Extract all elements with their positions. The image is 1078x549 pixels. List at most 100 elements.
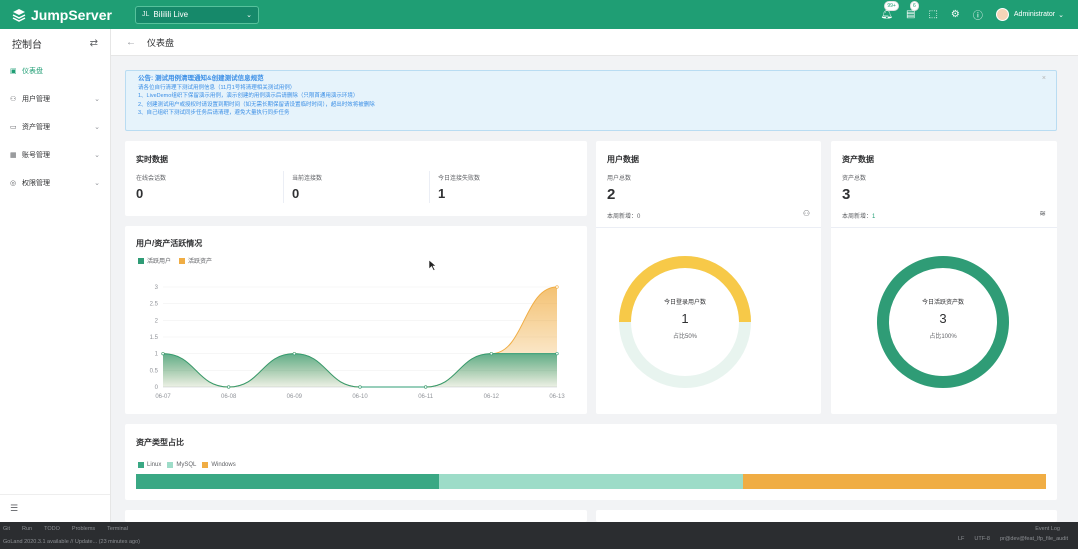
org-selector[interactable]: JL Bililili Live ⌄ [135,5,259,24]
git-branch[interactable]: pr@dev@feat_lfp_file_audit [1000,536,1068,542]
sidebar-item-label: 仪表盘 [22,68,43,75]
legend-swatch [138,257,144,264]
sidebar-footer: ☰ [0,494,110,522]
donut-ratio: 占比50% [672,334,697,340]
legend-swatch [167,462,174,468]
legend-label[interactable]: 活跃资产 [188,256,212,265]
user-data-title: 用户数据 [607,155,639,164]
x-tick-label: 06-12 [484,394,500,400]
user-add-icon[interactable]: ⚇ [803,209,810,218]
sidebar-item-accounts[interactable]: ▦ 账号管理 ⌄ [0,141,110,169]
series-point [292,352,296,356]
activity-title: 用户/资产活跃情况 [136,239,203,248]
encoding[interactable]: UTF-8 [974,536,990,542]
taskbar-tab[interactable]: Problems [72,526,95,532]
x-tick-label: 06-10 [352,394,368,400]
announcement-title: 公告: 测试用例清理通知&创建测试信息规范 [138,75,264,82]
series-point [555,352,559,356]
stat-label: 在线会话数 [136,176,167,182]
menu-icon[interactable]: ☰ [10,503,18,514]
asset-data-card: 资产数据 资产总数 3 本周新增：1 ≋ 今日活跃资产数 3 占比100% [831,141,1057,414]
x-tick-label: 06-07 [155,394,171,400]
y-tick-label: 0.5 [150,368,159,374]
notification-button[interactable]: 🔔︎ 99+ [880,1,899,20]
sidebar-item-assets[interactable]: ▭ 资产管理 ⌄ [0,113,110,141]
asset-types-card: 资产类型占比 Linux MySQL Windows [125,424,1057,500]
y-tick-label: 1 [155,352,159,358]
asset-total-label: 资产总数 [842,176,867,182]
y-tick-label: 3 [155,285,159,291]
series-point [489,352,493,356]
donut-label: 今日活跃资产数 [921,300,964,306]
asset-type-stacked-bar[interactable] [136,474,1046,489]
stat-label: 今日连接失败数 [438,176,481,182]
bar-segment[interactable] [742,474,1046,489]
asset-types-legend: Linux MySQL Windows [138,462,236,468]
sidebar: 控制台 ⇄ ▣ 仪表盘 ⚇ 用户管理 ⌄ ▭ 资产管理 ⌄ ▦ 账号管理 ⌄ ◎… [0,29,111,522]
sidebar-item-dashboard[interactable]: ▣ 仪表盘 [0,57,110,85]
weekly-label: 本周新增： [607,214,638,220]
back-arrow-icon[interactable]: ← [126,37,136,48]
sidebar-item-label: 资产管理 [22,124,50,131]
y-tick-label: 2 [155,318,159,324]
dashboard-icon: ▣ [10,68,17,75]
series-point [358,385,362,389]
bar-segment[interactable] [439,474,743,489]
tickets-button[interactable]: ▤ 6 [906,1,919,20]
donut-ratio: 占比100% [929,334,957,340]
chevron-down-icon: ⌄ [246,11,252,19]
sidebar-item-users[interactable]: ⚇ 用户管理 ⌄ [0,85,110,113]
help-icon: ⓘ [972,11,983,22]
org-prefix: JL [142,11,150,18]
stat-value: 0 [292,186,300,201]
layers-icon[interactable]: ≋ [1039,209,1046,218]
user-name: Administrator [1013,11,1056,18]
sidebar-item-label: 权限管理 [22,180,50,187]
series-point [555,285,559,289]
legend-label[interactable]: 活跃用户 [147,256,171,265]
legend-label[interactable]: MySQL [176,462,196,468]
series-point [161,352,165,356]
stat-label: 当前连接数 [292,176,323,182]
bar-segment[interactable] [136,474,440,489]
page-title: 仪表盘 [147,37,175,48]
download-button[interactable]: ⬚ [928,9,937,20]
settings-button[interactable]: ⚙ [951,9,960,20]
chevron-down-icon: ⌄ [94,124,100,131]
taskbar-tab[interactable]: Git [3,526,10,532]
taskbar-tab[interactable]: TODO [44,526,60,532]
close-icon[interactable]: × [1042,75,1046,83]
help-button[interactable]: ⓘ [973,7,983,22]
brand-logo[interactable]: JumpServer [12,7,124,23]
top-navbar: JumpServer JL Bililili Live ⌄ 🔔︎ 99+ ▤ 6… [0,0,1078,29]
legend-swatch [138,462,144,468]
taskbar-tab[interactable]: Terminal [107,526,128,532]
series-point [424,385,428,389]
collapse-toggle-icon[interactable]: ⇄ [90,38,98,49]
jumpserver-logo-icon [12,8,26,22]
divider [429,171,430,203]
legend-label[interactable]: Linux [147,462,161,468]
divider [831,227,1057,228]
donut-value: 1 [681,311,689,326]
user-weekly: 本周新增：0 [607,211,640,220]
event-log[interactable]: Event Log [1035,526,1060,532]
announcement-line: 请各位自行清理下测试用例信息（11月1号将清理相关测试用例） [138,85,296,92]
divider [596,227,821,228]
line-ending[interactable]: LF [958,536,964,542]
user-menu[interactable]: Administrator ⌄ [995,8,1064,21]
legend-swatch [179,257,186,264]
ide-status-text[interactable]: GoLand 2020.3.1 available // Update... (… [3,539,140,545]
taskbar-tab[interactable]: Run [22,526,32,532]
user-data-card: 用户数据 用户总数 2 本周新增：0 ⚇ 今日登录用户数 1 占比50% [596,141,821,414]
asset-weekly: 本周新增：1 [842,211,875,220]
x-tick-label: 06-13 [549,394,565,400]
sidebar-header: 控制台 ⇄ [0,29,110,57]
chart-legend: 活跃用户 活跃资产 [138,256,212,265]
activity-area-chart[interactable]: 0 0.5 1 1.5 2 2.5 3 06-07 06-08 06-09 06-10 06-11 06… [125,266,587,414]
sidebar-item-permissions[interactable]: ◎ 权限管理 ⌄ [0,169,110,197]
status-right: LF UTF-8 pr@dev@feat_lfp_file_audit [948,536,1068,542]
ticket-badge: 6 [910,1,919,11]
realtime-title: 实时数据 [136,155,168,164]
legend-label[interactable]: Windows [211,462,235,468]
